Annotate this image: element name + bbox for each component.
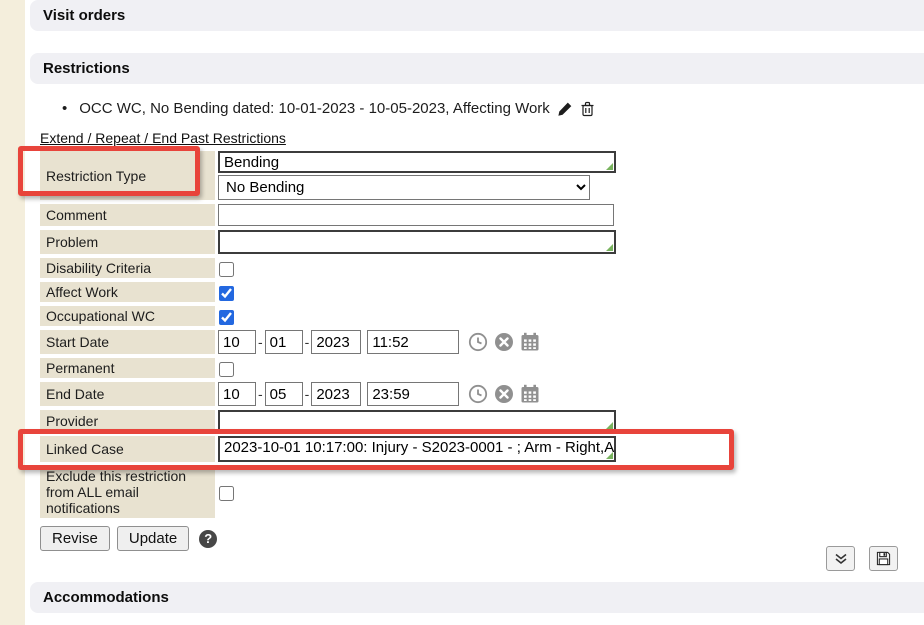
calendar-icon[interactable]: [520, 384, 540, 404]
start-date-day-input[interactable]: [265, 330, 303, 354]
bullet-marker: •: [62, 100, 67, 117]
date-separator: -: [305, 334, 310, 350]
end-date-month-input[interactable]: [218, 382, 256, 406]
restriction-type-search-input[interactable]: Bending: [218, 151, 616, 173]
permanent-checkbox[interactable]: [219, 362, 234, 377]
affect-work-label: Affect Work: [40, 282, 215, 302]
section-header-accommodations: Accommodations: [30, 582, 924, 613]
clear-circle-icon[interactable]: [494, 384, 514, 404]
start-date-month-input[interactable]: [218, 330, 256, 354]
visit-orders-title: Visit orders: [43, 7, 125, 24]
problem-input[interactable]: [218, 230, 616, 254]
exclude-email-checkbox[interactable]: [219, 486, 234, 501]
end-date-day-input[interactable]: [265, 382, 303, 406]
form-row-restriction-type: Restriction Type Bending No Bending: [40, 151, 924, 200]
form-row-linked-case: Linked Case 2023-10-01 10:17:00: Injury …: [40, 436, 924, 462]
section-header-restrictions: Restrictions: [30, 53, 924, 84]
clock-icon[interactable]: [468, 384, 488, 404]
disability-criteria-label: Disability Criteria: [40, 258, 215, 278]
problem-label: Problem: [40, 230, 215, 254]
main-content: Visit orders Restrictions • OCC WC, No B…: [25, 0, 924, 551]
section-header-visit-orders: Visit orders: [30, 0, 924, 31]
help-icon[interactable]: ?: [199, 530, 217, 548]
form-row-permanent: Permanent: [40, 358, 924, 378]
permanent-label: Permanent: [40, 358, 215, 378]
restriction-type-fields: Bending No Bending: [218, 151, 616, 200]
end-date-label: End Date: [40, 382, 215, 406]
restriction-form: Restriction Type Bending No Bending Comm…: [40, 151, 924, 518]
revise-button[interactable]: Revise: [40, 526, 110, 551]
form-row-affect-work: Affect Work: [40, 282, 924, 302]
pencil-icon[interactable]: [557, 101, 573, 117]
clock-icon[interactable]: [468, 332, 488, 352]
restriction-type-select[interactable]: No Bending: [218, 175, 590, 200]
occupational-wc-checkbox[interactable]: [219, 310, 234, 325]
form-row-occupational-wc: Occupational WC: [40, 306, 924, 326]
start-date-year-input[interactable]: [311, 330, 361, 354]
restriction-type-label: Restriction Type: [40, 151, 215, 200]
date-separator: -: [258, 334, 263, 350]
restriction-list-item: • OCC WC, No Bending dated: 10-01-2023 -…: [62, 100, 924, 117]
resize-grip-icon[interactable]: [606, 244, 613, 251]
comment-label: Comment: [40, 204, 215, 226]
resize-grip-icon[interactable]: [606, 422, 613, 429]
resize-grip-icon[interactable]: [606, 452, 613, 459]
comment-input[interactable]: [218, 204, 614, 226]
form-row-problem: Problem: [40, 230, 924, 254]
occupational-wc-label: Occupational WC: [40, 306, 215, 326]
restriction-item-text: OCC WC, No Bending dated: 10-01-2023 - 1…: [79, 100, 550, 117]
start-date-label: Start Date: [40, 330, 215, 354]
form-buttons-row: Revise Update ?: [40, 526, 924, 551]
double-chevron-down-icon: [834, 553, 848, 565]
form-row-disability-criteria: Disability Criteria: [40, 258, 924, 278]
extend-repeat-end-link[interactable]: Extend / Repeat / End Past Restrictions: [40, 130, 286, 146]
clear-circle-icon[interactable]: [494, 332, 514, 352]
floppy-save-icon: [876, 551, 891, 566]
linked-case-input[interactable]: 2023-10-01 10:17:00: Injury - S2023-0001…: [218, 436, 616, 462]
form-row-end-date: End Date - -: [40, 382, 924, 406]
update-button[interactable]: Update: [117, 526, 189, 551]
save-section-button[interactable]: [869, 546, 898, 571]
affect-work-checkbox[interactable]: [219, 286, 234, 301]
provider-input[interactable]: [218, 410, 616, 432]
section-toolbar: [826, 546, 898, 571]
accommodations-title: Accommodations: [43, 589, 169, 606]
provider-label: Provider: [40, 410, 215, 432]
form-row-exclude-email: Exclude this restriction from ALL email …: [40, 466, 924, 518]
start-time-input[interactable]: [367, 330, 459, 354]
collapse-section-button[interactable]: [826, 546, 855, 571]
end-time-input[interactable]: [367, 382, 459, 406]
end-date-year-input[interactable]: [311, 382, 361, 406]
left-margin-strip: [0, 0, 25, 625]
form-row-provider: Provider: [40, 410, 924, 432]
form-row-comment: Comment: [40, 204, 924, 226]
page: Visit orders Restrictions • OCC WC, No B…: [0, 0, 924, 625]
disability-criteria-checkbox[interactable]: [219, 262, 234, 277]
restrictions-title: Restrictions: [43, 60, 130, 77]
calendar-icon[interactable]: [520, 332, 540, 352]
date-separator: -: [258, 386, 263, 402]
resize-grip-icon[interactable]: [606, 163, 613, 170]
form-row-start-date: Start Date - -: [40, 330, 924, 354]
trash-icon[interactable]: [580, 101, 595, 117]
exclude-email-label: Exclude this restriction from ALL email …: [40, 466, 215, 518]
linked-case-label: Linked Case: [40, 436, 215, 462]
date-separator: -: [305, 386, 310, 402]
